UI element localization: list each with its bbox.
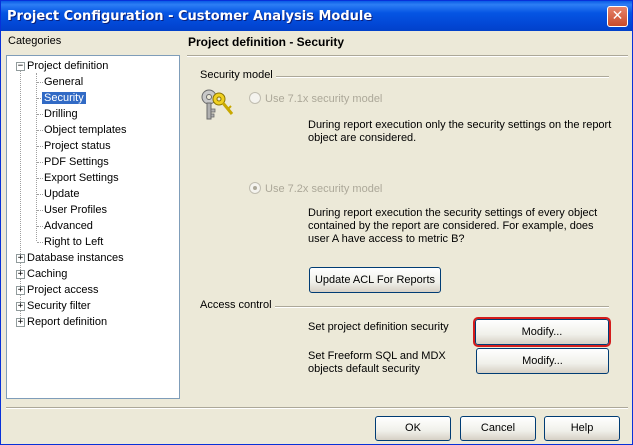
footer-divider bbox=[6, 407, 628, 409]
description-line: During report execution only the securit… bbox=[308, 119, 612, 131]
dialog-window: Project Configuration - Customer Analysi… bbox=[0, 0, 633, 445]
expand-icon[interactable]: + bbox=[16, 286, 25, 295]
description-line: contained by the report are considered. … bbox=[308, 220, 594, 232]
modify-project-security-button[interactable]: Modify... bbox=[473, 317, 611, 347]
tree-item-drilling[interactable]: Drilling bbox=[44, 106, 78, 122]
tree-item-general[interactable]: General bbox=[44, 74, 83, 90]
tree-item-update[interactable]: Update bbox=[44, 186, 79, 202]
tree-item-label: Object templates bbox=[44, 124, 127, 136]
tree-item-project-access[interactable]: Project access bbox=[27, 282, 99, 298]
tree-item-label: Security filter bbox=[27, 300, 91, 312]
tree-item-label: User Profiles bbox=[44, 204, 107, 216]
freeform-sql-security-text: Set Freeform SQL and MDX objects default… bbox=[308, 350, 446, 376]
tree-item-label: Caching bbox=[27, 268, 68, 280]
project-definition-security-text: Set project definition security bbox=[308, 321, 449, 333]
description-line: During report execution the security set… bbox=[308, 207, 598, 219]
tree-item-label: Drilling bbox=[44, 108, 78, 120]
tree-item-security[interactable]: Security bbox=[42, 90, 86, 106]
window-title: Project Configuration - Customer Analysi… bbox=[7, 9, 373, 24]
tree-item-label: General bbox=[44, 76, 84, 88]
expand-icon[interactable]: + bbox=[16, 318, 25, 327]
tree-item-caching[interactable]: Caching bbox=[27, 266, 67, 282]
tree-line bbox=[37, 178, 43, 179]
tree-item-label: Advanced bbox=[44, 220, 93, 232]
tree-item-right-to-left[interactable]: Right to Left bbox=[44, 234, 103, 250]
tree-line bbox=[37, 194, 43, 195]
tree-item-report-definition[interactable]: Report definition bbox=[27, 314, 107, 330]
update-acl-button[interactable]: Update ACL For Reports bbox=[309, 267, 441, 293]
tree-item-label: Database instances bbox=[27, 252, 124, 264]
security-model-label: Security model bbox=[200, 69, 276, 81]
modify-freeform-security-button[interactable]: Modify... bbox=[476, 348, 609, 374]
title-divider bbox=[187, 55, 628, 57]
tree-item-label: PDF Settings bbox=[44, 156, 109, 168]
page-title: Project definition - Security bbox=[188, 35, 345, 49]
keys-icon bbox=[201, 89, 234, 120]
expand-icon[interactable]: + bbox=[16, 302, 25, 311]
tree-item-label: Report definition bbox=[27, 316, 108, 328]
tree-line bbox=[37, 114, 43, 115]
close-icon[interactable]: ✕ bbox=[607, 6, 628, 27]
radio-72x-security[interactable]: Use 7.2x security model bbox=[249, 182, 382, 195]
cancel-button[interactable]: Cancel bbox=[460, 416, 536, 441]
radio-label: Use 7.1x security model bbox=[265, 93, 383, 105]
radio-button[interactable] bbox=[249, 182, 261, 194]
radio-71x-security[interactable]: Use 7.1x security model bbox=[249, 92, 382, 105]
description-line: objects default security bbox=[308, 363, 420, 375]
tree-item-label: Project definition bbox=[27, 60, 109, 72]
tree-item-label: Security bbox=[42, 92, 86, 104]
tree-line bbox=[37, 130, 43, 131]
option2-description: During report execution the security set… bbox=[308, 207, 597, 246]
tree-item-label: Update bbox=[44, 188, 80, 200]
tree-line bbox=[37, 146, 43, 147]
radio-button[interactable] bbox=[249, 92, 261, 104]
tree-line bbox=[37, 242, 43, 243]
description-line: object are considered. bbox=[308, 132, 417, 144]
help-button[interactable]: Help bbox=[544, 416, 620, 441]
tree-item-security-filter[interactable]: Security filter bbox=[27, 298, 91, 314]
tree-item-user-profiles[interactable]: User Profiles bbox=[44, 202, 107, 218]
tree-item-object-templates[interactable]: Object templates bbox=[44, 122, 127, 138]
tree-item-project-status[interactable]: Project status bbox=[44, 138, 111, 154]
tree-line bbox=[37, 162, 43, 163]
category-tree[interactable]: − Project definition General Security Dr… bbox=[6, 55, 180, 399]
tree-item-label: Export Settings bbox=[44, 172, 119, 184]
tree-item-label: Project status bbox=[44, 140, 111, 152]
description-line: user A have access to metric B? bbox=[308, 233, 465, 245]
tree-item-label: Right to Left bbox=[44, 236, 104, 248]
tree-item-project-definition[interactable]: Project definition bbox=[27, 58, 108, 74]
collapse-icon[interactable]: − bbox=[16, 62, 25, 71]
description-line: Set Freeform SQL and MDX bbox=[308, 350, 446, 362]
radio-label: Use 7.2x security model bbox=[265, 183, 383, 195]
access-control-label: Access control bbox=[200, 299, 275, 311]
ok-button[interactable]: OK bbox=[375, 416, 451, 441]
tree-item-label: Project access bbox=[27, 284, 99, 296]
expand-icon[interactable]: + bbox=[16, 254, 25, 263]
tree-line bbox=[20, 70, 21, 318]
tree-item-database-instances[interactable]: Database instances bbox=[27, 250, 124, 266]
option1-description: During report execution only the securit… bbox=[308, 119, 611, 145]
tree-item-advanced[interactable]: Advanced bbox=[44, 218, 93, 234]
tree-item-pdf-settings[interactable]: PDF Settings bbox=[44, 154, 109, 170]
tree-line bbox=[37, 82, 43, 83]
tree-line bbox=[37, 210, 43, 211]
tree-line bbox=[37, 226, 43, 227]
categories-label: Categories bbox=[8, 35, 62, 47]
tree-item-export-settings[interactable]: Export Settings bbox=[44, 170, 119, 186]
title-bar[interactable]: Project Configuration - Customer Analysi… bbox=[1, 1, 632, 31]
expand-icon[interactable]: + bbox=[16, 270, 25, 279]
